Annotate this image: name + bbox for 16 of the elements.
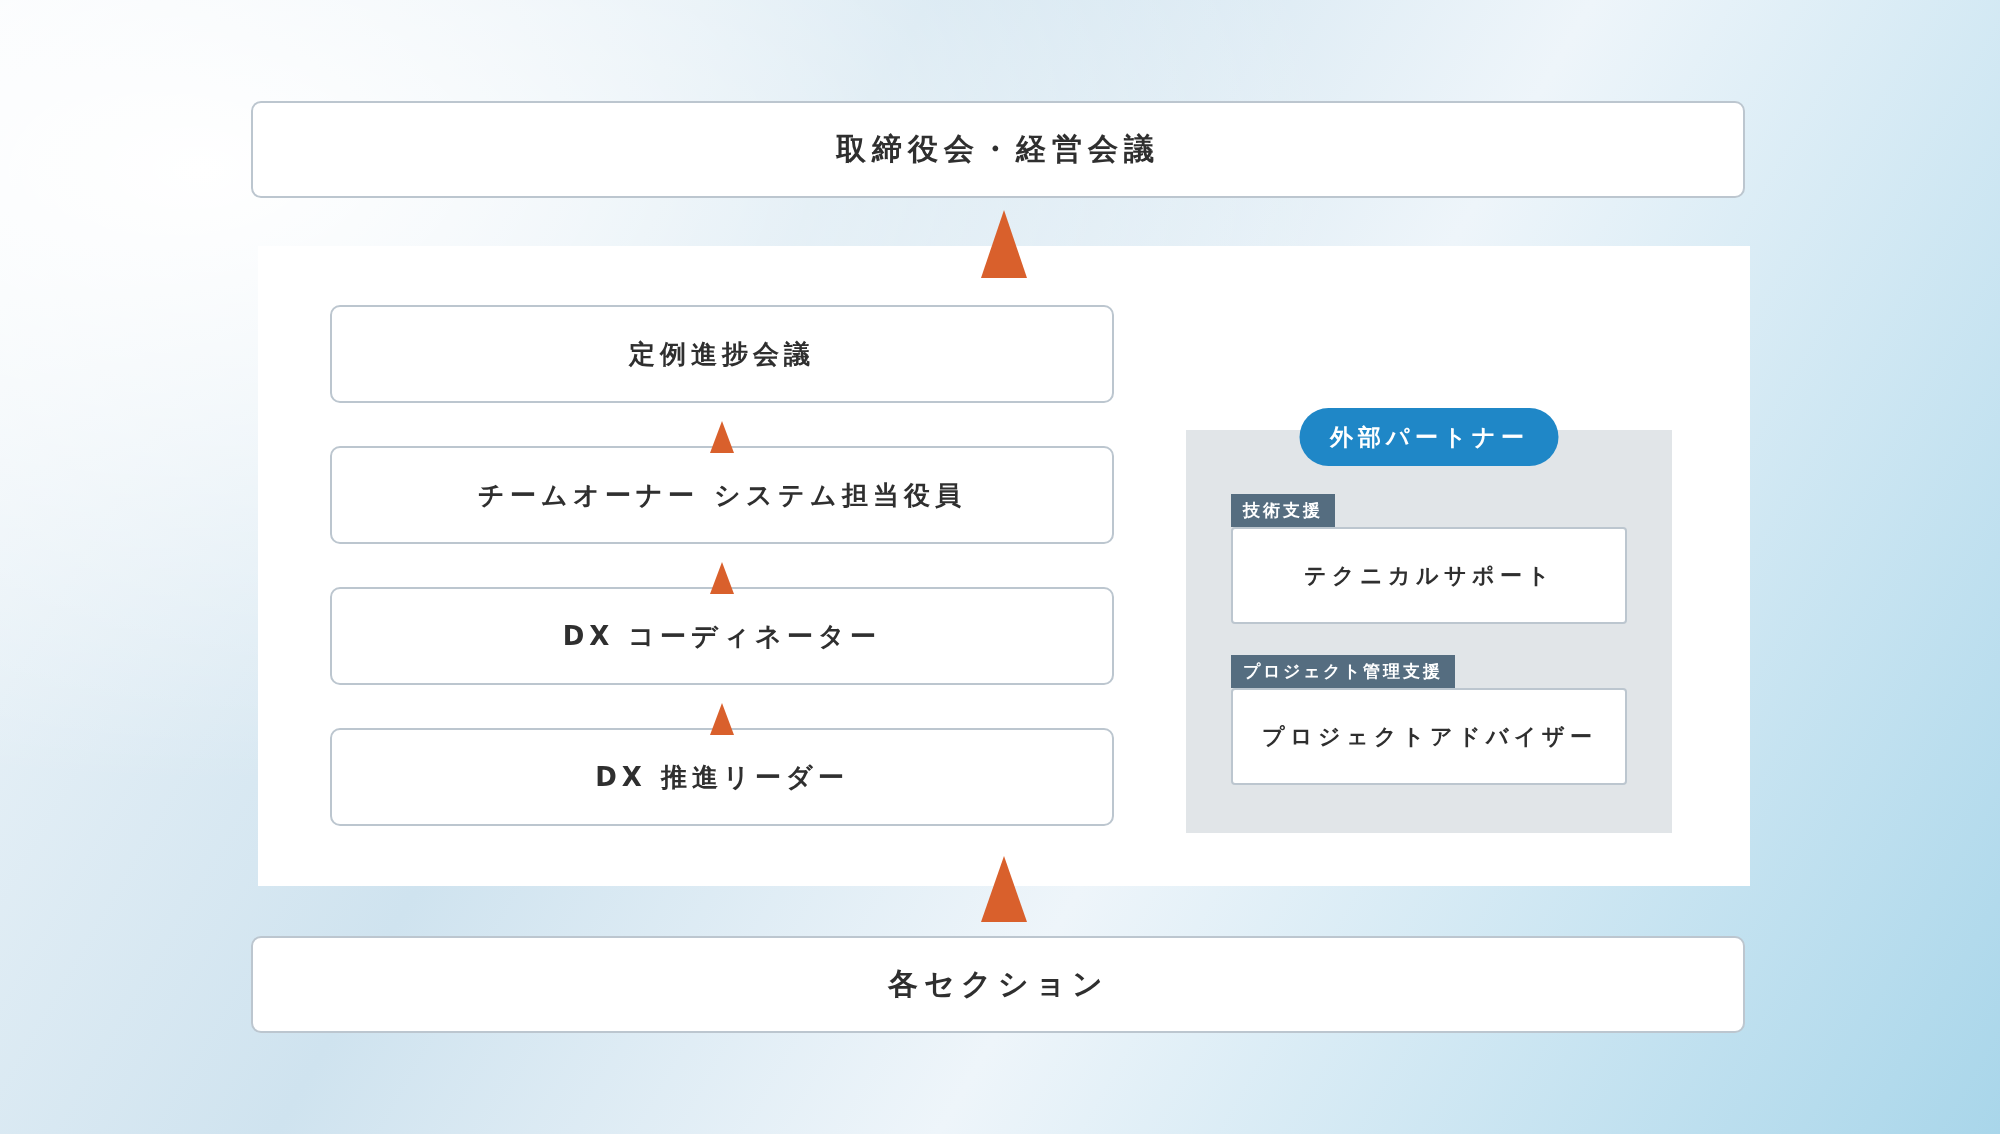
section-title-pill: 外部パートナー: [1299, 408, 1559, 466]
role-box: チームオーナー システム担当役員: [330, 446, 1114, 544]
arrowhead-icon: [710, 421, 734, 453]
role-box: 各セクション: [251, 936, 1745, 1033]
category-tag: 技術支援: [1231, 494, 1335, 527]
role-box: DX コーディネーター: [330, 587, 1114, 685]
role-box: 取締役会・経営会議: [251, 101, 1745, 198]
arrowhead-icon: [981, 210, 1027, 278]
role-box: テクニカルサポート: [1231, 527, 1627, 624]
category-tag: プロジェクト管理支援: [1231, 655, 1455, 688]
arrowhead-icon: [710, 703, 734, 735]
role-box: プロジェクトアドバイザー: [1231, 688, 1627, 785]
role-box: 定例進捗会議: [330, 305, 1114, 403]
arrowhead-icon: [710, 562, 734, 594]
arrowhead-icon: [981, 856, 1027, 922]
role-box: DX 推進リーダー: [330, 728, 1114, 826]
